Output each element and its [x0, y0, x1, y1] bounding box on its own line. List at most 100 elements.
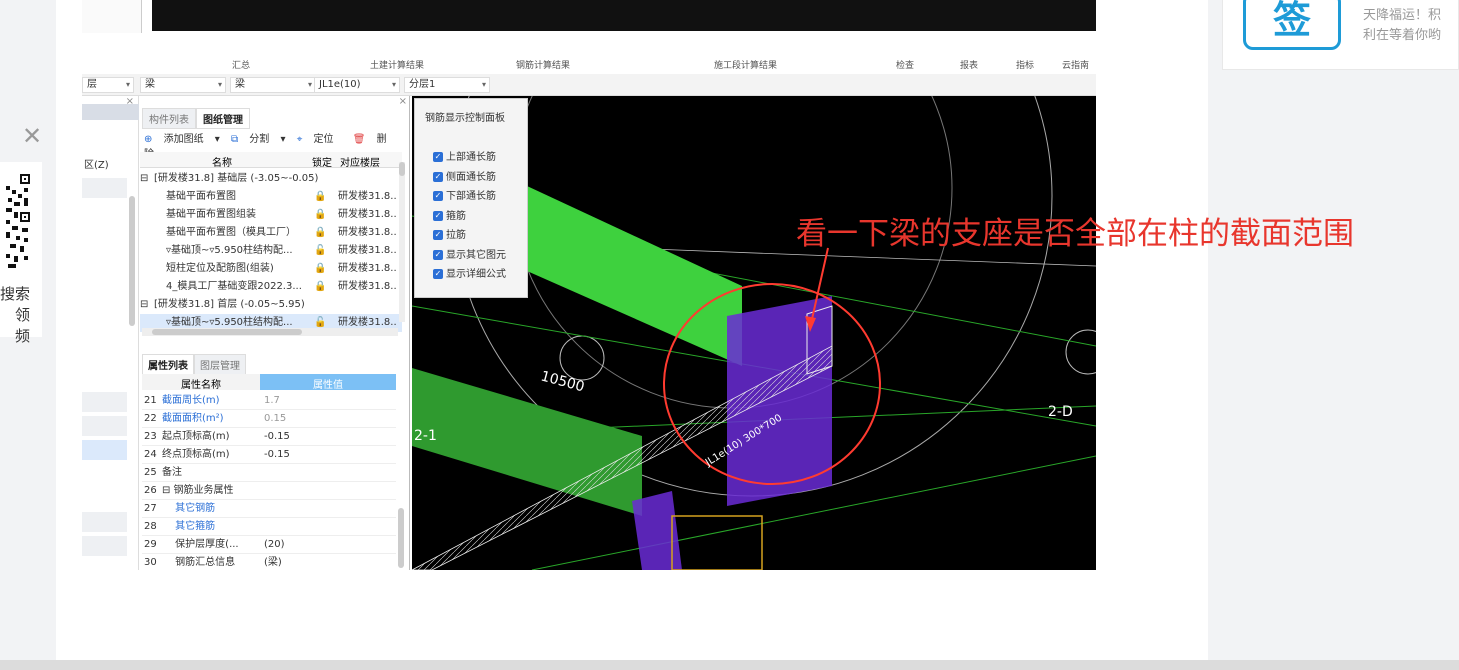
display-checkbox[interactable]: ✓ 拉筋: [433, 229, 466, 243]
tree-row-floor: 研发楼31.8..: [338, 245, 397, 256]
tab-component-list[interactable]: 构件列表: [142, 108, 196, 129]
scrollbar[interactable]: [398, 508, 404, 568]
menu-item[interactable]: 施工段计算结果: [714, 58, 777, 71]
display-checkbox[interactable]: ✓ 箍筋: [433, 210, 466, 224]
tab-layer-manager[interactable]: 图层管理: [194, 354, 246, 375]
menu-item[interactable]: 报表: [960, 58, 978, 71]
lock-icon[interactable]: 🔒: [314, 278, 326, 296]
tree-row[interactable]: 短柱定位及配筋图(组装) 🔒 研发楼31.8..: [140, 260, 402, 278]
sign-in-card[interactable]: 签 天降福运！积 利在等着你哟: [1222, 0, 1459, 70]
axis-bubble: [559, 335, 605, 381]
display-checkbox[interactable]: ✓ 下部通长筋: [433, 190, 496, 204]
tree-row[interactable]: 基础平面布置图 🔒 研发楼31.8..: [140, 188, 402, 206]
tree-header: 名称 锁定 对应楼层: [140, 152, 402, 169]
list-item[interactable]: [82, 536, 127, 556]
lock-icon[interactable]: 🔓: [314, 242, 326, 260]
tree-row[interactable]: 4_模具工厂基础变跟2022.3... 🔒 研发楼31.8..: [140, 278, 402, 296]
tree-group-row[interactable]: [研发楼31.8] 基础层 (-3.05~-0.05) ⊟: [140, 170, 402, 188]
lock-icon[interactable]: 🔒: [314, 224, 326, 242]
tree-row[interactable]: 基础平面布置图组装 🔒 研发楼31.8..: [140, 206, 402, 224]
row-number: 27: [144, 503, 157, 514]
property-value[interactable]: 0.15: [264, 410, 286, 428]
list-item[interactable]: [82, 178, 127, 198]
property-row[interactable]: 30 钢筋汇总信息 (梁): [142, 554, 396, 570]
rebar-display-panel: 钢筋显示控制面板 ✓ 上部通长筋 ✓ 侧面通长筋 ✓ 下部通长筋 ✓ 箍筋 ✓ 拉筋 ✓ 显示其它图元…: [414, 98, 528, 298]
property-name: 保护层厚度(...: [162, 539, 239, 550]
property-name: 钢筋汇总信息: [162, 557, 236, 568]
selector-combo[interactable]: 梁 ▾: [230, 77, 316, 93]
close-icon[interactable]: ×: [399, 96, 407, 107]
split-button[interactable]: ⧉ 分割 ▾: [231, 134, 286, 145]
selector-combo[interactable]: 层 ▾: [82, 77, 134, 93]
lock-icon[interactable]: 🔒: [314, 206, 326, 224]
property-row[interactable]: 23 起点顶标高(m) -0.15: [142, 428, 396, 446]
property-row[interactable]: 21 截面周长(m) 1.7: [142, 392, 396, 410]
property-row[interactable]: 24 终点顶标高(m) -0.15: [142, 446, 396, 464]
list-item[interactable]: [82, 392, 127, 412]
list-item[interactable]: [82, 440, 127, 460]
checkbox-checked-icon[interactable]: ✓: [433, 230, 443, 240]
qr-promo-card[interactable]: 搜索领 频: [0, 162, 42, 345]
tree-row[interactable]: ▿基础顶~▿5.950柱结构配... 🔓 研发楼31.8..: [140, 242, 402, 260]
cad-3d-viewport[interactable]: 10500 2-D 2-1 JL1e(10) 300*700 钢筋显示控制面板 …: [411, 0, 1096, 570]
menu-item[interactable]: 指标: [1016, 58, 1034, 71]
close-icon[interactable]: ✕: [22, 124, 42, 148]
property-value[interactable]: -0.15: [264, 446, 290, 464]
menu-item[interactable]: 云指南: [1062, 58, 1089, 71]
checkbox-checked-icon[interactable]: ✓: [433, 171, 443, 182]
selector-combo[interactable]: JL1e(10) ▾: [314, 77, 400, 93]
property-row[interactable]: 27 其它钢筋: [142, 500, 396, 518]
display-checkbox[interactable]: ✓ 显示详细公式: [433, 268, 506, 282]
property-row[interactable]: 28 其它箍筋: [142, 518, 396, 536]
property-tabs: 属性列表 图层管理: [142, 354, 246, 375]
sign-in-icon[interactable]: 签: [1243, 0, 1341, 50]
screenshot-top-strip: [82, 0, 1096, 33]
menu-item[interactable]: 钢筋计算结果: [516, 58, 570, 71]
checkbox-checked-icon[interactable]: ✓: [433, 249, 443, 260]
tab-property-list[interactable]: 属性列表: [142, 354, 194, 375]
qr-promo-text: 搜索领 频: [0, 285, 31, 345]
scrollbar[interactable]: [142, 328, 398, 336]
lock-icon[interactable]: 🔒: [314, 260, 326, 278]
selector-combo[interactable]: 分层1 ▾: [404, 77, 490, 93]
menu-item[interactable]: 汇总: [232, 58, 250, 71]
row-number: 25: [144, 467, 157, 478]
checkbox-checked-icon[interactable]: ✓: [433, 210, 443, 221]
lock-icon[interactable]: 🔒: [314, 188, 326, 206]
display-checkbox[interactable]: ✓ 上部通长筋: [433, 151, 496, 165]
property-row[interactable]: 22 截面面积(m²) 0.15: [142, 410, 396, 428]
add-drawing-button[interactable]: ⊕ 添加图纸 ▾: [144, 134, 220, 145]
checkbox-checked-icon[interactable]: ✓: [433, 269, 443, 279]
tab-drawing-manager[interactable]: 图纸管理: [196, 108, 250, 129]
sign-in-text: 天降福运！积 利在等着你哟: [1363, 8, 1442, 43]
tree-group-row[interactable]: [研发楼31.8] 首层 (-0.05~5.95) ⊟: [140, 296, 402, 314]
tree-header-floor: 对应楼层: [340, 158, 380, 169]
tree-row[interactable]: 基础平面布置图（模具工厂） 🔒 研发楼31.8..: [140, 224, 402, 242]
selector-bar: 层 ▾ 梁 ▾ 梁 ▾ JL1e(10) ▾ 分层1 ▾: [82, 74, 1096, 96]
property-name: 其它箍筋: [162, 521, 216, 532]
property-value-header: 属性值: [260, 374, 396, 391]
checkbox-checked-icon[interactable]: ✓: [433, 152, 443, 162]
property-row[interactable]: 25 备注: [142, 464, 396, 482]
display-checkbox[interactable]: ✓ 显示其它图元: [433, 249, 506, 263]
scrollbar[interactable]: [129, 196, 135, 326]
property-value[interactable]: (20): [264, 536, 285, 554]
menu-item[interactable]: 检查: [896, 58, 914, 71]
locate-button[interactable]: ⌖ 定位: [297, 134, 342, 145]
property-value[interactable]: (梁): [264, 554, 282, 570]
checkbox-checked-icon[interactable]: ✓: [433, 191, 443, 201]
collapse-icon[interactable]: ⊟: [140, 170, 148, 188]
selector-combo[interactable]: 梁 ▾: [140, 77, 226, 93]
property-row[interactable]: 26 ⊟ 钢筋业务属性: [142, 482, 396, 500]
property-value[interactable]: -0.15: [264, 428, 290, 446]
menu-item[interactable]: 土建计算结果: [370, 58, 424, 71]
tree-row-floor: 研发楼31.8..: [338, 281, 397, 292]
property-name: 截面面积(m²): [162, 413, 224, 424]
scrollbar[interactable]: [399, 162, 405, 322]
property-row[interactable]: 29 保护层厚度(... (20): [142, 536, 396, 554]
property-value[interactable]: 1.7: [264, 392, 280, 410]
list-item[interactable]: [82, 512, 127, 532]
collapse-icon[interactable]: ⊟: [140, 296, 148, 314]
display-checkbox[interactable]: ✓ 侧面通长筋: [433, 171, 496, 185]
list-item[interactable]: [82, 416, 127, 436]
